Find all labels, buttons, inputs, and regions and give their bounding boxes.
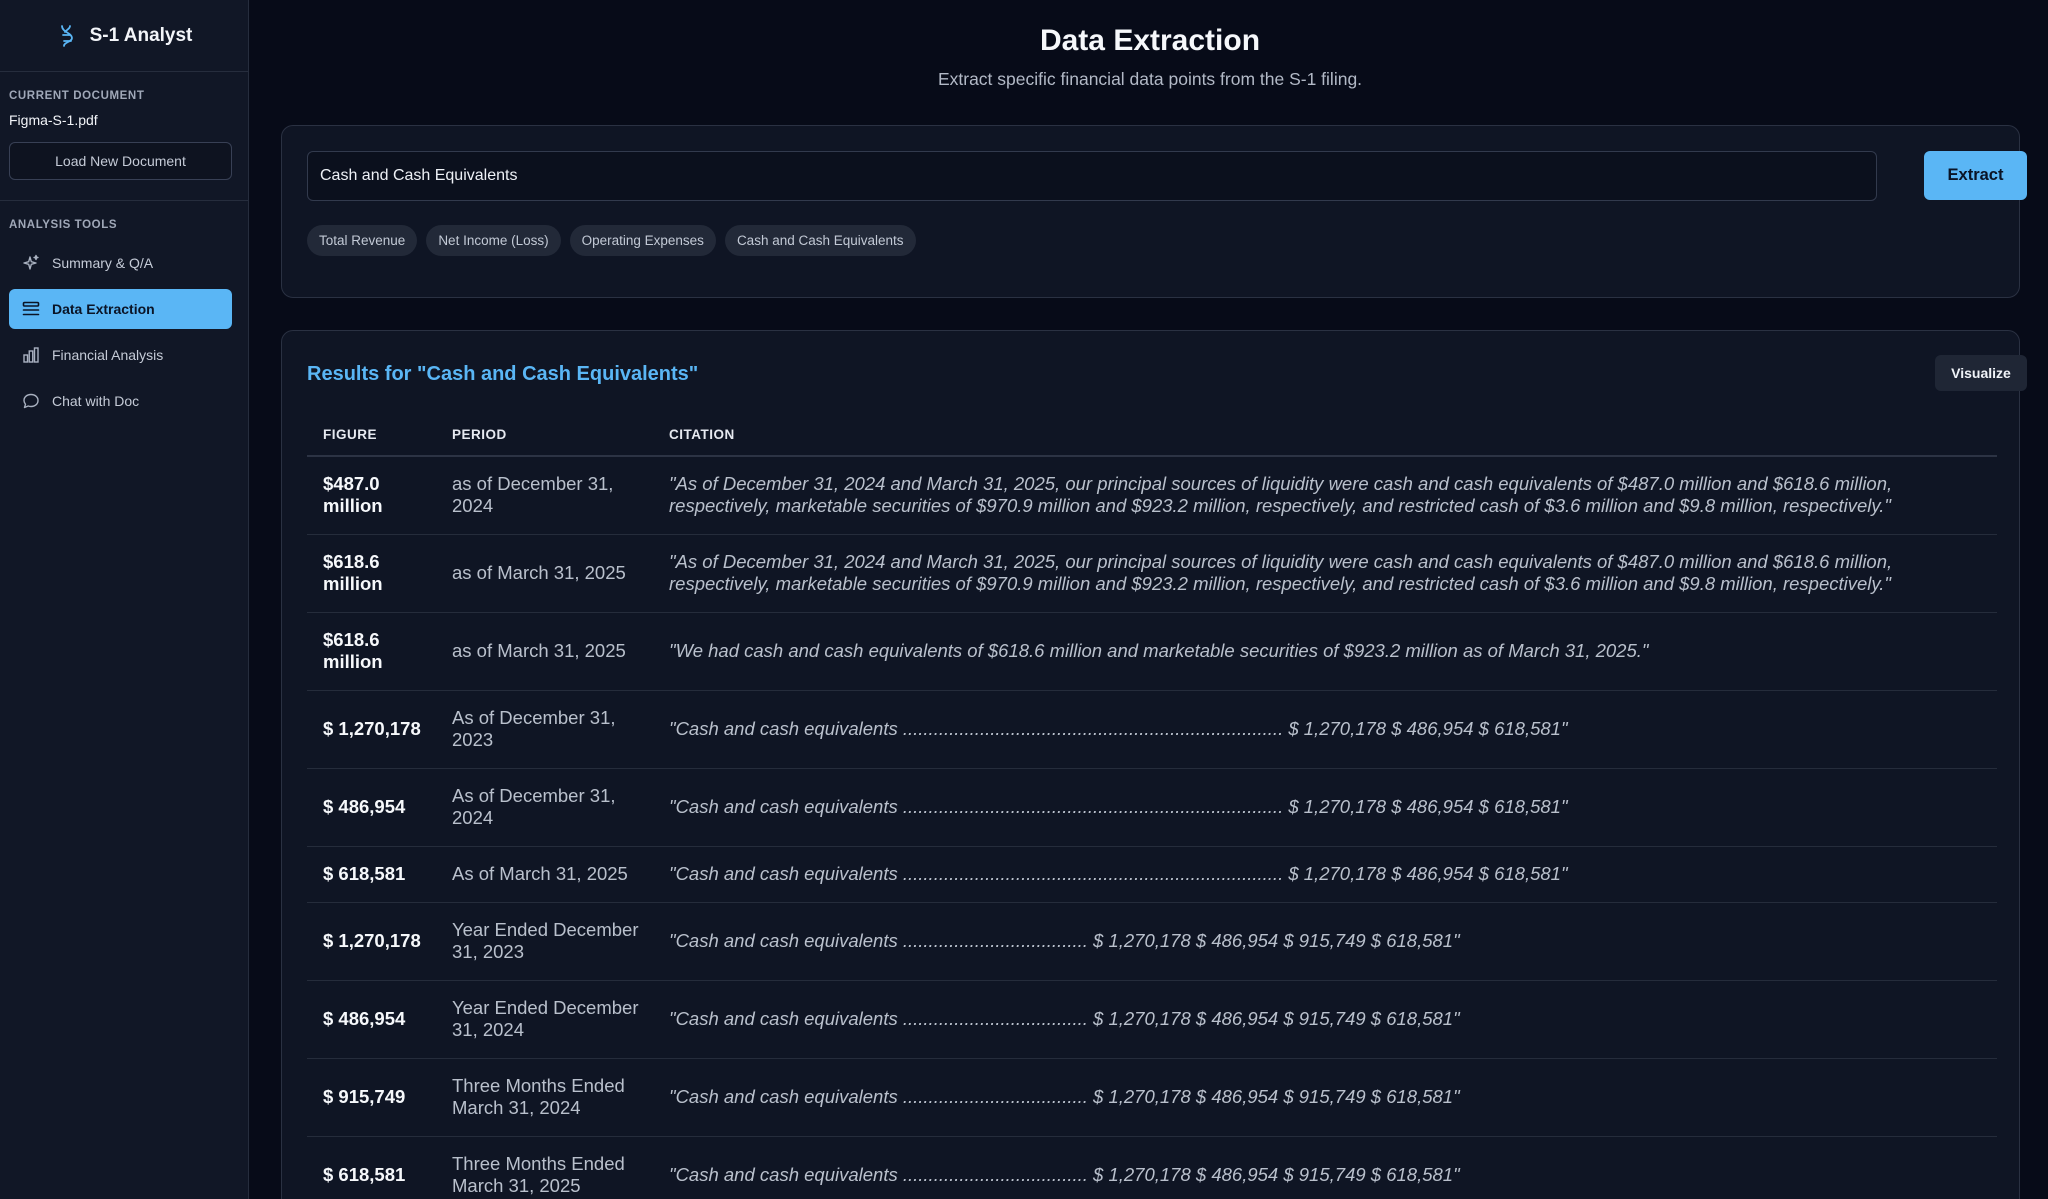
sidebar-item-label: Summary & Q/A <box>52 255 154 271</box>
extract-button[interactable]: Extract <box>1924 151 2027 200</box>
sparkles-icon <box>22 254 40 272</box>
cell-period: Three Months Ended March 31, 2025 <box>436 1136 653 1199</box>
cell-citation: "Cash and cash equivalents .............… <box>653 768 1997 847</box>
current-document-label: CURRENT DOCUMENT <box>9 90 145 102</box>
cell-figure: $ 618,581 <box>307 846 436 903</box>
cell-citation: "Cash and cash equivalents .............… <box>653 846 1997 903</box>
table-row: $ 486,954 Year Ended December 31, 2024 "… <box>307 980 1997 1059</box>
chip-net-income[interactable]: Net Income (Loss) <box>426 225 561 256</box>
current-document-section: CURRENT DOCUMENT Figma-S-1.pdf Load New … <box>0 72 248 201</box>
cell-figure: $ 618,581 <box>307 1136 436 1199</box>
sidebar-item-chat-with-doc[interactable]: Chat with Doc <box>9 381 232 421</box>
cell-citation: "Cash and cash equivalents .............… <box>653 1058 1997 1137</box>
table-row: $ 1,270,178 Year Ended December 31, 2023… <box>307 902 1997 981</box>
table-row: $618.6 million as of March 31, 2025 "We … <box>307 612 1997 691</box>
brand: S-1 Analyst <box>0 0 248 72</box>
sidebar-item-label: Data Extraction <box>52 301 155 317</box>
cell-citation: "As of December 31, 2024 and March 31, 2… <box>653 534 1997 613</box>
table-row: $ 486,954 As of December 31, 2024 "Cash … <box>307 768 1997 847</box>
chip-operating-expenses[interactable]: Operating Expenses <box>569 225 716 256</box>
cell-figure: $618.6 million <box>307 612 436 691</box>
analysis-tools-label: ANALYSIS TOOLS <box>9 219 118 231</box>
main-content: Data Extraction Extract specific financi… <box>250 0 2048 1199</box>
column-header-figure: FIGURE <box>307 413 436 457</box>
cell-figure: $487.0 million <box>307 456 436 535</box>
dna-logo-icon <box>56 24 78 48</box>
chip-cash-equivalents[interactable]: Cash and Cash Equivalents <box>724 225 916 256</box>
cell-citation: "Cash and cash equivalents .............… <box>653 690 1997 769</box>
cell-citation: "Cash and cash equivalents .............… <box>653 980 1997 1059</box>
sidebar-item-financial-analysis[interactable]: Financial Analysis <box>9 335 232 375</box>
cell-figure: $618.6 million <box>307 534 436 613</box>
table-row: $ 618,581 As of March 31, 2025 "Cash and… <box>307 846 1997 903</box>
bar-chart-icon <box>22 346 40 364</box>
cell-period: As of December 31, 2024 <box>436 768 653 847</box>
results-title: Results for "Cash and Cash Equivalents" <box>307 363 699 385</box>
nav-list: Summary & Q/A Data Extraction Financial … <box>9 243 239 421</box>
app-title: S-1 Analyst <box>89 24 193 46</box>
table-row: $487.0 million as of December 31, 2024 "… <box>307 456 1997 535</box>
cell-period: As of December 31, 2023 <box>436 690 653 769</box>
cell-period: Year Ended December 31, 2023 <box>436 902 653 981</box>
column-header-period: PERIOD <box>436 413 653 457</box>
cell-period: Three Months Ended March 31, 2024 <box>436 1058 653 1137</box>
chip-total-revenue[interactable]: Total Revenue <box>307 225 418 256</box>
page-title: Data Extraction <box>1039 24 1261 57</box>
sidebar-item-label: Chat with Doc <box>52 393 140 409</box>
cell-period: as of March 31, 2025 <box>436 534 653 613</box>
table-row: $ 915,749 Three Months Ended March 31, 2… <box>307 1058 1997 1137</box>
sidebar-item-data-extraction[interactable]: Data Extraction <box>9 289 232 329</box>
cell-citation: "Cash and cash equivalents .............… <box>653 1136 1997 1199</box>
sidebar-item-summary-qa[interactable]: Summary & Q/A <box>9 243 232 283</box>
chat-bubble-icon <box>22 392 40 410</box>
table-row: $618.6 million as of March 31, 2025 "As … <box>307 534 1997 613</box>
sidebar-item-label: Financial Analysis <box>52 347 164 363</box>
cell-period: as of December 31, 2024 <box>436 456 653 535</box>
suggestion-chips: Total Revenue Net Income (Loss) Operatin… <box>307 225 916 256</box>
document-name: Figma-S-1.pdf <box>9 112 98 128</box>
results-table: FIGURE PERIOD CITATION $487.0 million as… <box>307 413 1997 1199</box>
sidebar: S-1 Analyst CURRENT DOCUMENT Figma-S-1.p… <box>0 0 249 1199</box>
list-icon <box>22 300 40 318</box>
cell-figure: $ 486,954 <box>307 980 436 1059</box>
cell-citation: "We had cash and cash equivalents of $61… <box>653 612 1997 691</box>
cell-figure: $ 1,270,178 <box>307 690 436 769</box>
analysis-tools-section: ANALYSIS TOOLS Summary & Q/A Data Extrac… <box>0 201 248 421</box>
query-card: Extract Total Revenue Net Income (Loss) … <box>281 125 2027 298</box>
load-new-document-button[interactable]: Load New Document <box>9 142 232 180</box>
cell-figure: $ 1,270,178 <box>307 902 436 981</box>
cell-period: Year Ended December 31, 2024 <box>436 980 653 1059</box>
search-input[interactable] <box>307 151 1877 201</box>
cell-period: As of March 31, 2025 <box>436 846 653 903</box>
results-card: Results for "Cash and Cash Equivalents" … <box>281 330 2027 1199</box>
cell-citation: "As of December 31, 2024 and March 31, 2… <box>653 456 1997 535</box>
visualize-button[interactable]: Visualize <box>1935 355 2027 391</box>
cell-figure: $ 486,954 <box>307 768 436 847</box>
table-row: $ 1,270,178 As of December 31, 2023 "Cas… <box>307 690 1997 769</box>
page-subtitle: Extract specific financial data points f… <box>937 69 1363 89</box>
cell-figure: $ 915,749 <box>307 1058 436 1137</box>
cell-citation: "Cash and cash equivalents .............… <box>653 902 1997 981</box>
cell-period: as of March 31, 2025 <box>436 612 653 691</box>
column-header-citation: CITATION <box>653 413 1997 457</box>
table-header-row: FIGURE PERIOD CITATION <box>307 413 1997 457</box>
table-row: $ 618,581 Three Months Ended March 31, 2… <box>307 1136 1997 1199</box>
